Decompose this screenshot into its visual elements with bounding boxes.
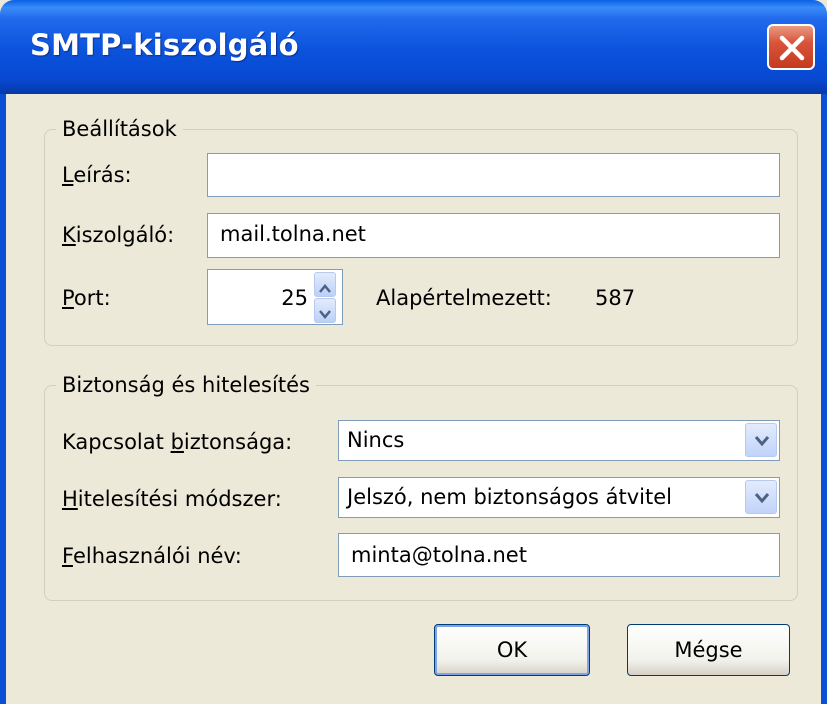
auth-method-value: Jelszó, nem biztonságos átvitel (347, 485, 673, 509)
settings-legend: Beállítások (56, 116, 183, 142)
port-label: Port: (62, 285, 111, 311)
ok-button[interactable]: OK (434, 624, 590, 676)
title-bar[interactable]: SMTP-kiszolgáló (0, 0, 827, 94)
chevron-down-icon (754, 493, 770, 504)
close-icon (779, 35, 805, 61)
connection-security-select[interactable]: Nincs (338, 420, 780, 461)
arrow-down-icon (319, 310, 331, 319)
description-label-rest: eírás: (73, 163, 132, 187)
chevron-down-icon (754, 436, 770, 447)
description-input[interactable] (207, 153, 780, 197)
description-label: Leírás: (62, 162, 132, 188)
port-value: 25 (281, 286, 308, 310)
connection-security-label-accel: b (170, 430, 184, 454)
server-label: Kiszolgáló: (62, 222, 174, 248)
port-default-value: 587 (595, 286, 636, 310)
auth-method-label: Hitelesítési módszer: (62, 486, 282, 512)
cancel-button[interactable]: Mégse (627, 624, 790, 676)
auth-method-label-rest: itelesítési módszer: (77, 487, 282, 511)
connection-security-value: Nincs (347, 428, 405, 452)
server-input[interactable]: mail.tolna.net (207, 213, 780, 258)
port-default-label: Alapértelmezett: (376, 286, 552, 310)
username-label: Felhasználói név: (62, 543, 242, 569)
connection-security-label: Kapcsolat biztonsága: (62, 429, 292, 455)
port-label-rest: ort: (73, 286, 111, 310)
port-spinner[interactable]: 25 (207, 269, 343, 325)
username-label-accel: F (62, 544, 73, 568)
close-button[interactable] (767, 24, 815, 70)
description-label-accel: L (62, 163, 74, 187)
auth-method-dropdown-button[interactable] (745, 480, 777, 514)
port-increment-button[interactable] (314, 272, 336, 297)
window-title: SMTP-kiszolgáló (30, 28, 299, 62)
auth-method-label-accel: H (62, 487, 78, 511)
connection-security-dropdown-button[interactable] (745, 423, 777, 457)
security-legend: Biztonság és hitelesítés (56, 372, 316, 398)
connection-security-label-post: iztonsága: (183, 430, 293, 454)
username-label-rest: elhasználói név: (72, 544, 242, 568)
server-label-accel: K (62, 223, 76, 247)
window-frame-right (821, 94, 827, 704)
auth-method-select[interactable]: Jelszó, nem biztonságos átvitel (338, 477, 780, 518)
port-decrement-button[interactable] (314, 298, 336, 323)
arrow-up-icon (319, 284, 331, 293)
connection-security-label-pre: Kapcsolat (62, 430, 171, 454)
username-input[interactable]: minta@tolna.net (338, 533, 780, 577)
window-frame-left (0, 94, 6, 704)
port-label-accel: P (62, 286, 74, 310)
server-label-rest: iszolgáló: (75, 223, 175, 247)
